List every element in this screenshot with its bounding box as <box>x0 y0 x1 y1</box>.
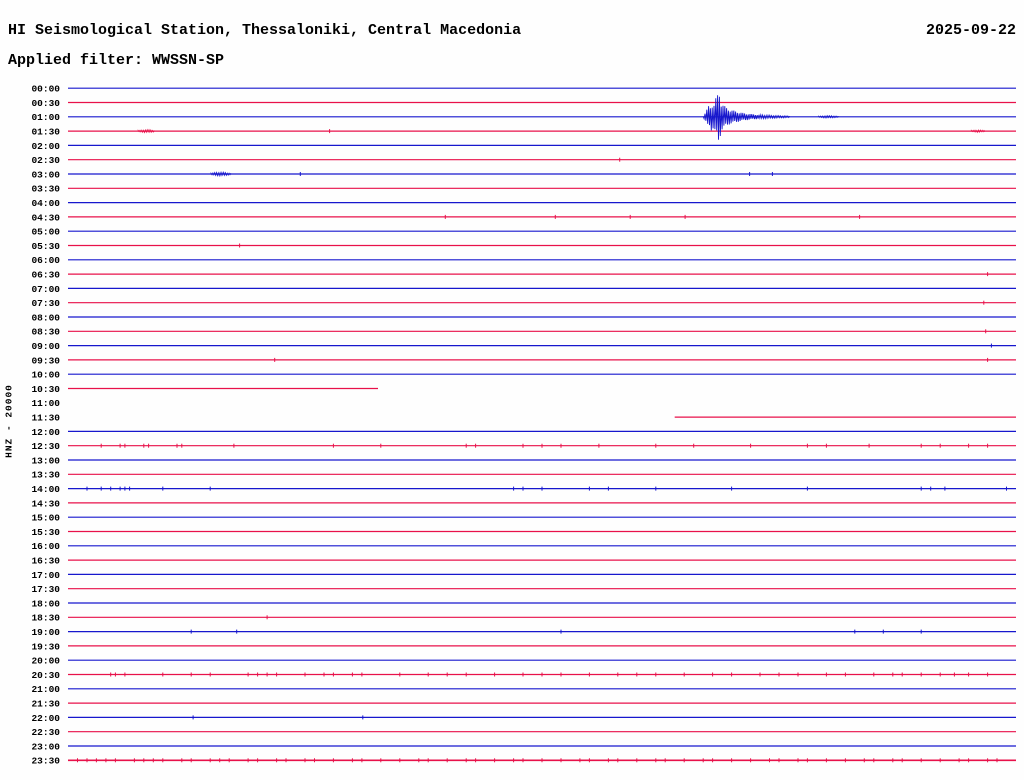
time-label: 08:00 <box>31 312 60 323</box>
time-label: 01:30 <box>31 127 60 138</box>
station-title: HI Seismological Station, Thessaloniki, … <box>8 22 522 39</box>
time-label: 03:30 <box>31 184 60 195</box>
time-label: 01:00 <box>31 112 60 123</box>
time-label: 21:00 <box>31 684 60 695</box>
time-label: 00:00 <box>31 84 60 95</box>
time-label: 14:30 <box>31 498 60 509</box>
time-label: 09:30 <box>31 355 60 366</box>
time-label: 07:00 <box>31 284 60 295</box>
time-label: 23:30 <box>31 756 60 767</box>
time-label: 23:00 <box>31 741 60 752</box>
time-label: 19:00 <box>31 627 60 638</box>
time-label: 12:30 <box>31 441 60 452</box>
time-label: 18:00 <box>31 598 60 609</box>
time-label: 05:30 <box>31 241 60 252</box>
time-label: 13:30 <box>31 470 60 481</box>
time-label: 10:00 <box>31 370 60 381</box>
time-label: 14:00 <box>31 484 60 495</box>
time-label: 00:30 <box>31 98 60 109</box>
time-label: 16:00 <box>31 541 60 552</box>
time-label: 11:00 <box>31 398 60 409</box>
time-label: 15:30 <box>31 527 60 538</box>
time-label: 03:00 <box>31 169 60 180</box>
time-label: 21:30 <box>31 699 60 710</box>
helicorder-plot: 00:00 00:30 01:00 01:30 02:00 02:30 03:00 03:30… <box>31 84 1016 767</box>
seismic-event-waveform <box>702 95 790 140</box>
time-label: 07:30 <box>31 298 60 309</box>
time-label: 11:30 <box>31 413 60 424</box>
time-label: 22:00 <box>31 713 60 724</box>
time-label: 06:30 <box>31 270 60 281</box>
filter-label: Applied filter: WWSSN-SP <box>8 52 225 69</box>
time-label: 22:30 <box>31 727 60 738</box>
seismic-event-waveform <box>818 114 839 119</box>
seismic-event-waveform <box>137 128 155 134</box>
time-label: 04:30 <box>31 212 60 223</box>
time-label: 17:30 <box>31 584 60 595</box>
time-label: 02:00 <box>31 141 60 152</box>
time-label: 19:30 <box>31 641 60 652</box>
time-label: 20:30 <box>31 670 60 681</box>
time-label: 17:00 <box>31 570 60 581</box>
time-label: 04:00 <box>31 198 60 209</box>
date-label: 2025-09-22 <box>925 22 1016 39</box>
time-label: 13:00 <box>31 455 60 466</box>
seismic-event-waveform <box>210 170 232 178</box>
time-label: 06:00 <box>31 255 60 266</box>
time-label: 20:00 <box>31 656 60 667</box>
time-label: 16:30 <box>31 556 60 567</box>
time-label: 02:30 <box>31 155 60 166</box>
time-label: 15:00 <box>31 513 60 524</box>
time-label: 08:30 <box>31 327 60 338</box>
time-label: 10:30 <box>31 384 60 395</box>
time-label: 18:30 <box>31 613 60 624</box>
time-label: 12:00 <box>31 427 60 438</box>
helicorder-page: HI Seismological Station, Thessaloniki, … <box>0 0 1024 780</box>
time-label: 09:00 <box>31 341 60 352</box>
time-label: 05:00 <box>31 227 60 238</box>
